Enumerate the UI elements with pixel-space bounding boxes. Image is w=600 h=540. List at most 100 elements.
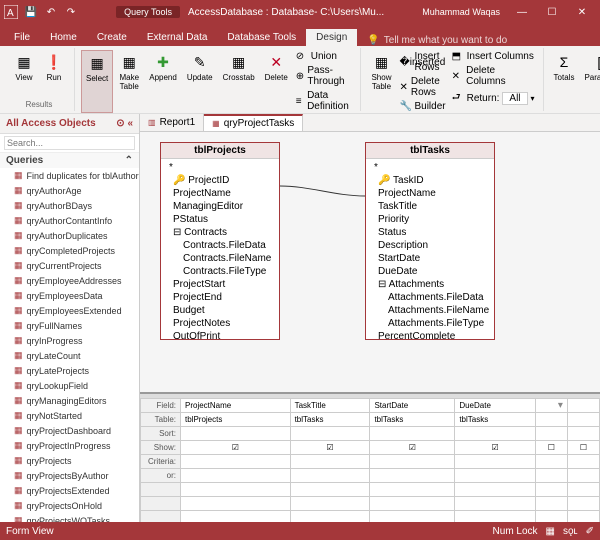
nav-section-queries[interactable]: Queries⌃ (0, 153, 139, 168)
nav-item[interactable]: ▦qryInProgress (0, 333, 139, 348)
field-item[interactable]: TaskTitle (370, 200, 490, 213)
field-item[interactable]: Contracts.FileName (165, 252, 275, 265)
tab-design[interactable]: Design (306, 29, 357, 46)
view-design-icon[interactable]: ✐ (586, 526, 594, 537)
field-item[interactable]: Attachments.FileType (370, 317, 490, 330)
union-button[interactable]: ⊘Union (294, 50, 355, 63)
passthrough-button[interactable]: ⊕Pass-Through (294, 64, 355, 88)
field-item[interactable]: ⊟ Contracts (165, 226, 275, 239)
nav-item[interactable]: ▦qryLookupField (0, 378, 139, 393)
qbe-cell[interactable]: tblTasks (455, 413, 535, 427)
tell-me[interactable]: 💡Tell me what you want to do (367, 35, 507, 46)
nav-item[interactable]: ▦qryEmployeeAddresses (0, 273, 139, 288)
nav-item[interactable]: ▦qryProjectsExtended (0, 483, 139, 498)
nav-item[interactable]: ▦qryFullNames (0, 318, 139, 333)
qbe-cell[interactable] (567, 399, 599, 413)
qbe-cell[interactable] (535, 413, 567, 427)
qbe-cell[interactable] (290, 427, 370, 441)
parameters-button[interactable]: [?]Parameters (580, 50, 600, 101)
append-button[interactable]: ✚Append (145, 50, 181, 113)
field-item[interactable]: OutOfPrint (165, 330, 275, 339)
field-item[interactable]: Attachments.FileName (370, 304, 490, 317)
update-button[interactable]: ✎Update (183, 50, 217, 113)
field-item[interactable]: 🔑 ProjectID (165, 174, 275, 187)
tab-database-tools[interactable]: Database Tools (217, 29, 306, 46)
nav-item[interactable]: ▦qryProjectInProgress (0, 438, 139, 453)
field-item[interactable]: PStatus (165, 213, 275, 226)
make-table-button[interactable]: ▦Make Table (115, 50, 143, 113)
nav-item[interactable]: ▦qryProjectsByAuthor (0, 468, 139, 483)
join-line[interactable] (280, 182, 365, 202)
tab-external-data[interactable]: External Data (137, 29, 218, 46)
table-tblprojects[interactable]: tblProjects *🔑 ProjectIDProjectNameManag… (160, 142, 280, 340)
field-item[interactable]: * (165, 161, 275, 174)
datadef-button[interactable]: ≡Data Definition (294, 89, 355, 113)
nav-item[interactable]: ▦qryCurrentProjects (0, 258, 139, 273)
query-design-surface[interactable]: tblProjects *🔑 ProjectIDProjectNameManag… (140, 132, 600, 392)
doctab-report1[interactable]: ▥Report1 (140, 114, 204, 131)
qbe-cell[interactable] (370, 455, 455, 469)
nav-item[interactable]: ▦qryProjectsOnHold (0, 498, 139, 513)
show-table-button[interactable]: ▦Show Table (367, 50, 395, 113)
delete-cols-button[interactable]: ✕Delete Columns (450, 64, 537, 88)
qbe-cell[interactable] (181, 469, 291, 483)
qbe-cell[interactable] (290, 455, 370, 469)
qbe-cell[interactable] (567, 413, 599, 427)
qbe-grid[interactable]: Field:ProjectNameTaskTitleStartDateDueDa… (140, 398, 600, 522)
qbe-cell[interactable]: ☑ (455, 441, 535, 455)
nav-item[interactable]: ▦qryAuthorAge (0, 183, 139, 198)
qbe-cell[interactable] (370, 469, 455, 483)
qbe-cell[interactable]: StartDate (370, 399, 455, 413)
field-item[interactable]: Budget (165, 304, 275, 317)
qbe-cell[interactable]: tblTasks (290, 413, 370, 427)
qbe-cell[interactable] (567, 469, 599, 483)
field-item[interactable]: StartDate (370, 252, 490, 265)
qbe-cell[interactable]: ☑ (290, 441, 370, 455)
qbe-cell[interactable]: ProjectName (181, 399, 291, 413)
qbe-cell[interactable] (181, 427, 291, 441)
qbe-cell[interactable]: TaskTitle (290, 399, 370, 413)
table-tbltasks[interactable]: tblTasks *🔑 TaskIDProjectNameTaskTitlePr… (365, 142, 495, 340)
insert-rows-button[interactable]: �insertedInsert Rows (397, 50, 447, 74)
undo-icon[interactable]: ↶ (44, 5, 58, 19)
close-icon[interactable]: ✕ (568, 7, 596, 18)
redo-icon[interactable]: ↷ (64, 5, 78, 19)
qbe-cell[interactable] (455, 427, 535, 441)
nav-item[interactable]: ▦qryLateProjects (0, 363, 139, 378)
field-item[interactable]: ProjectEnd (165, 291, 275, 304)
field-item[interactable]: ProjectStart (165, 278, 275, 291)
nav-item[interactable]: ▦qryProjectDashboard (0, 423, 139, 438)
view-sql-icon[interactable]: sǫʟ (563, 526, 578, 537)
qbe-cell[interactable]: ☑ (370, 441, 455, 455)
tab-create[interactable]: Create (87, 29, 137, 46)
qbe-cell[interactable] (567, 455, 599, 469)
tab-file[interactable]: File (4, 29, 40, 46)
qbe-cell[interactable] (567, 427, 599, 441)
nav-header[interactable]: All Access Objects ⊙ « (0, 114, 139, 134)
nav-item[interactable]: ▦Find duplicates for tblAuthors (0, 168, 139, 183)
qbe-cell[interactable]: DueDate (455, 399, 535, 413)
field-item[interactable]: Attachments.FileData (370, 291, 490, 304)
nav-item[interactable]: ▦qryLateCount (0, 348, 139, 363)
field-item[interactable]: * (370, 161, 490, 174)
doctab-qryprojecttasks[interactable]: ▦qryProjectTasks (204, 114, 303, 131)
qbe-cell[interactable] (455, 469, 535, 483)
qbe-cell[interactable] (455, 455, 535, 469)
nav-item[interactable]: ▦qryNotStarted (0, 408, 139, 423)
view-button[interactable]: ▦View (10, 50, 38, 100)
collapse-icon[interactable]: ⌃ (125, 155, 133, 166)
qbe-cell[interactable]: tblProjects (181, 413, 291, 427)
qbe-cell[interactable] (535, 427, 567, 441)
nav-item[interactable]: ▦qryAuthorDuplicates (0, 228, 139, 243)
field-item[interactable]: DueDate (370, 265, 490, 278)
qbe-cell[interactable]: ☐ (567, 441, 599, 455)
field-item[interactable]: ManagingEditor (165, 200, 275, 213)
delete-rows-button[interactable]: ✕Delete Rows (397, 75, 447, 99)
field-item[interactable]: Description (370, 239, 490, 252)
field-item[interactable]: ProjectNotes (165, 317, 275, 330)
nav-item[interactable]: ▦qryCompletedProjects (0, 243, 139, 258)
chevron-down-icon[interactable]: ⊙ « (116, 118, 133, 129)
qbe-cell[interactable] (181, 455, 291, 469)
qbe-cell[interactable] (535, 469, 567, 483)
save-icon[interactable]: 💾 (24, 5, 38, 19)
